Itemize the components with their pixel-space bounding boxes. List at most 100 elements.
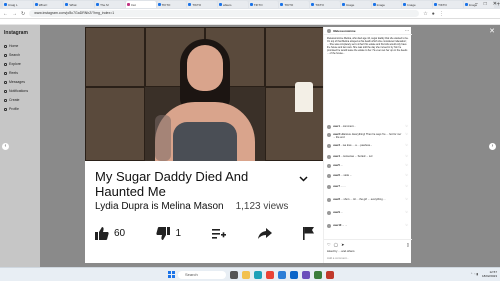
- comment-username[interactable]: user1: [333, 125, 340, 128]
- sidebar-item-notifications[interactable]: Notifications: [4, 89, 28, 93]
- comment-like-icon[interactable]: ♡: [405, 198, 408, 201]
- sidebar-item-home[interactable]: Home: [4, 44, 18, 48]
- browser-tab[interactable]: Craig L: [3, 1, 33, 8]
- browser-tab[interactable]: What I: [33, 1, 64, 8]
- avatar[interactable]: [327, 164, 331, 168]
- comment-like-icon[interactable]: ♡: [405, 185, 408, 188]
- file-explorer-icon[interactable]: [242, 271, 250, 279]
- comment-username[interactable]: user5: [333, 164, 340, 167]
- avatar[interactable]: [327, 144, 331, 148]
- comment-username[interactable]: user10: [333, 224, 341, 227]
- dislike-button[interactable]: 1: [156, 227, 181, 240]
- browser-tab[interactable]: Inst: [125, 1, 156, 8]
- browser-tab[interactable]: Image: [402, 1, 433, 8]
- post-image[interactable]: [85, 27, 323, 161]
- sidebar-item-explore[interactable]: Explore: [4, 62, 21, 66]
- share-button[interactable]: [257, 228, 272, 239]
- address-input[interactable]: www.instagram.com/p/8c7GaDRNlrZ/?img_ind…: [29, 10, 420, 17]
- heart-icon[interactable]: ♡: [327, 242, 331, 247]
- report-button[interactable]: [303, 227, 315, 240]
- browser-tab[interactable]: TIKTO: [279, 1, 310, 8]
- comment-username[interactable]: user3: [333, 144, 340, 147]
- browser-tab[interactable]: TIKTO: [156, 1, 187, 8]
- avatar[interactable]: [327, 198, 331, 202]
- comment-username[interactable]: user4: [333, 155, 340, 158]
- comment: user2 Hilarious. Everything! Then he say…: [327, 133, 409, 139]
- avatar[interactable]: [327, 28, 331, 33]
- app-icon[interactable]: [314, 271, 322, 279]
- windows-start-icon[interactable]: [168, 271, 175, 278]
- sidebar-item-search[interactable]: Search: [4, 53, 20, 57]
- bookmark-star-icon[interactable]: ☆: [423, 11, 427, 17]
- sidebar-item-create[interactable]: Create: [4, 98, 20, 102]
- avatar[interactable]: [327, 174, 331, 178]
- new-tab-icon[interactable]: +: [497, 2, 500, 8]
- avatar[interactable]: [327, 185, 331, 189]
- taskbar-search[interactable]: Search: [178, 271, 226, 279]
- browser-tab[interactable]: TIKTO: [310, 1, 340, 8]
- store-icon[interactable]: [278, 271, 286, 279]
- sidebar-item-reels[interactable]: Reels: [4, 71, 18, 75]
- browser-tab[interactable]: TIKTO: [248, 1, 279, 8]
- browser-tab[interactable]: TIKTO: [187, 1, 218, 8]
- send-icon[interactable]: ➤: [341, 242, 344, 247]
- forward-icon[interactable]: →: [12, 11, 17, 17]
- browser-tab[interactable]: TIKTO: [433, 1, 463, 8]
- likes-summary[interactable]: Liked by ... and others: [327, 249, 355, 253]
- instagram-logo[interactable]: Instagram: [4, 30, 28, 36]
- comment-like-icon[interactable]: ♡: [405, 133, 408, 136]
- comment-username[interactable]: user6: [333, 174, 340, 177]
- browser-tab[interactable]: abiaro: [218, 1, 248, 8]
- chrome-icon[interactable]: [266, 271, 274, 279]
- comment-like-icon[interactable]: ♡: [405, 211, 408, 214]
- mail-icon[interactable]: [290, 271, 298, 279]
- comment-like-icon[interactable]: ♡: [405, 125, 408, 128]
- edge-icon[interactable]: [254, 271, 262, 279]
- address-toolbar: ← → ↻ www.instagram.com/p/8c7GaDRNlrZ/?i…: [0, 9, 500, 19]
- more-options-icon[interactable]: ⋯: [405, 28, 409, 33]
- next-post-icon[interactable]: ›: [489, 143, 496, 150]
- comment-username[interactable]: user9: [333, 211, 340, 214]
- sidebar-item-profile[interactable]: Profile: [4, 107, 19, 111]
- comment-like-icon[interactable]: ♡: [405, 164, 408, 167]
- add-to-playlist-button[interactable]: [212, 228, 227, 240]
- tray-icons[interactable]: ⌃ ◔ ▮: [470, 272, 478, 276]
- avatar[interactable]: [327, 133, 331, 137]
- comment-username[interactable]: user7: [333, 185, 340, 188]
- profile-icon[interactable]: ●: [432, 11, 435, 17]
- comment-icon[interactable]: ◯: [334, 242, 338, 247]
- reload-icon[interactable]: ↻: [21, 11, 25, 17]
- chevron-down-icon[interactable]: [299, 174, 308, 184]
- post-author[interactable]: lifelessonsinme: [333, 29, 356, 33]
- close-modal-icon[interactable]: ✕: [489, 27, 495, 35]
- comment-like-icon[interactable]: ♡: [405, 174, 408, 177]
- comment-like-icon[interactable]: ♡: [405, 144, 408, 147]
- close-window-icon[interactable]: ✕: [493, 1, 497, 7]
- like-button[interactable]: 60: [95, 227, 125, 240]
- sidebar-item-messages[interactable]: Messages: [4, 80, 25, 84]
- minimize-icon[interactable]: –: [475, 1, 478, 7]
- browser-tab[interactable]: What: [64, 1, 95, 8]
- app-icon[interactable]: [326, 271, 334, 279]
- clock[interactable]: 12:57 18/02/2023: [482, 270, 497, 278]
- browser-tab[interactable]: Image: [340, 1, 371, 8]
- browser-tab[interactable]: The M: [95, 1, 125, 8]
- channel-name[interactable]: Lydia Dupra is Melina Mason: [95, 201, 224, 212]
- add-comment-input[interactable]: Add a comment...: [327, 256, 349, 260]
- back-icon[interactable]: ←: [3, 11, 8, 17]
- avatar[interactable]: [327, 155, 331, 159]
- app-icon[interactable]: [302, 271, 310, 279]
- tab-icon: [280, 3, 284, 6]
- maximize-icon[interactable]: □: [484, 1, 487, 7]
- save-icon[interactable]: ▯: [407, 242, 409, 247]
- browser-tab[interactable]: Image: [371, 1, 402, 8]
- avatar[interactable]: [327, 125, 331, 129]
- menu-icon[interactable]: ⋮: [439, 11, 444, 17]
- task-view-icon[interactable]: [230, 271, 238, 279]
- comment-like-icon[interactable]: ♡: [405, 224, 408, 227]
- previous-post-icon[interactable]: ‹: [2, 143, 9, 150]
- comment-like-icon[interactable]: ♡: [405, 155, 408, 158]
- avatar[interactable]: [327, 224, 331, 228]
- comment-username[interactable]: user8: [333, 198, 340, 201]
- avatar[interactable]: [327, 211, 331, 215]
